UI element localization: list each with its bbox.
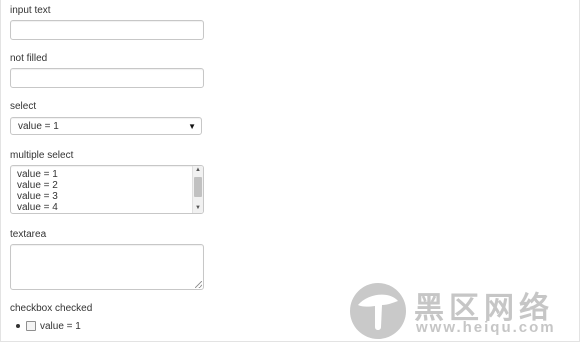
- scroll-up-icon[interactable]: ▲: [193, 166, 203, 175]
- bullet-icon: [16, 324, 20, 328]
- input-text-label: input text: [10, 5, 51, 16]
- watermark-url: www.heiqu.com: [416, 319, 556, 336]
- not-filled-field[interactable]: [10, 68, 204, 88]
- resize-grip-icon[interactable]: [195, 281, 202, 288]
- watermark: 黑区网络 www.heiqu.com: [348, 281, 580, 341]
- watermark-logo-icon: [350, 283, 406, 339]
- textarea-label: textarea: [10, 229, 47, 240]
- multiple-select-option[interactable]: value = 1: [17, 169, 58, 180]
- scrollbar-thumb[interactable]: [194, 177, 202, 197]
- checkbox[interactable]: [26, 321, 36, 331]
- multiple-select-option[interactable]: value = 3: [17, 191, 58, 202]
- select-label: select: [10, 101, 37, 112]
- scroll-down-icon[interactable]: ▼: [193, 204, 203, 213]
- checkbox-label: checkbox checked: [10, 303, 93, 314]
- multiple-select-label: multiple select: [10, 150, 74, 161]
- input-text-field[interactable]: [10, 20, 204, 40]
- textarea-field[interactable]: [10, 244, 204, 290]
- multiple-select-list[interactable]: value = 1 value = 2 value = 3 value = 4 …: [10, 165, 204, 214]
- not-filled-label: not filled: [10, 53, 48, 64]
- checkbox-list-item: value = 1: [16, 320, 81, 332]
- multiple-select-option[interactable]: value = 4: [17, 202, 58, 213]
- multiple-select-option[interactable]: value = 2: [17, 180, 58, 191]
- checkbox-item-label: value = 1: [40, 320, 81, 332]
- select-dropdown[interactable]: value = 1 ▼: [10, 117, 202, 135]
- dropdown-arrow-icon: ▼: [188, 122, 196, 131]
- multiple-select-scrollbar[interactable]: ▲ ▼: [192, 166, 203, 213]
- select-value: value = 1: [18, 121, 59, 132]
